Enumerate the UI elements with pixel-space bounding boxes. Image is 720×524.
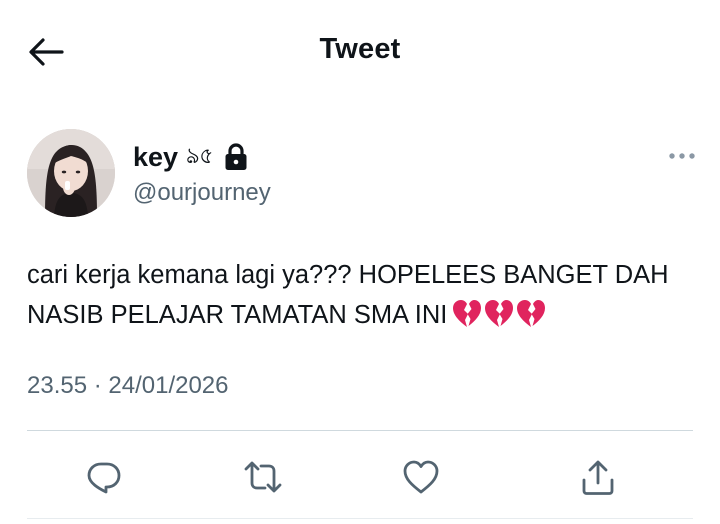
page-title: Tweet (319, 33, 401, 65)
broken-heart-icon (517, 300, 546, 327)
bottom-divider (27, 518, 693, 519)
action-bar (0, 450, 720, 504)
divider (27, 430, 693, 431)
emoji-group (451, 299, 547, 341)
display-name[interactable]: key ঌ৫ (133, 139, 248, 175)
broken-heart-icon (453, 300, 482, 327)
like-icon (403, 460, 439, 494)
tweet-text: cari kerja kemana lagi ya??? HOPELEES BA… (27, 261, 676, 329)
tweet-timestamp[interactable]: 23.55 · 24/01/2026 (27, 372, 229, 400)
share-button[interactable] (575, 450, 621, 504)
top-bar: Tweet (0, 0, 720, 100)
reply-icon (87, 462, 121, 494)
retweet-icon (244, 461, 282, 493)
broken-heart-icon (485, 300, 514, 327)
like-button[interactable] (398, 450, 444, 504)
avatar[interactable] (27, 129, 115, 217)
author-name: key (133, 141, 179, 172)
name-decoration: ঌ৫ (186, 142, 214, 168)
share-icon (582, 460, 614, 495)
retweet-button[interactable] (240, 450, 286, 504)
reply-button[interactable] (81, 450, 127, 504)
author-handle[interactable]: @ourjourney (133, 179, 271, 207)
more-dots-icon (669, 153, 695, 159)
tweet-body: cari kerja kemana lagi ya??? HOPELEES BA… (27, 255, 697, 341)
more-options-button[interactable] (666, 146, 698, 166)
lock-icon (225, 143, 247, 170)
